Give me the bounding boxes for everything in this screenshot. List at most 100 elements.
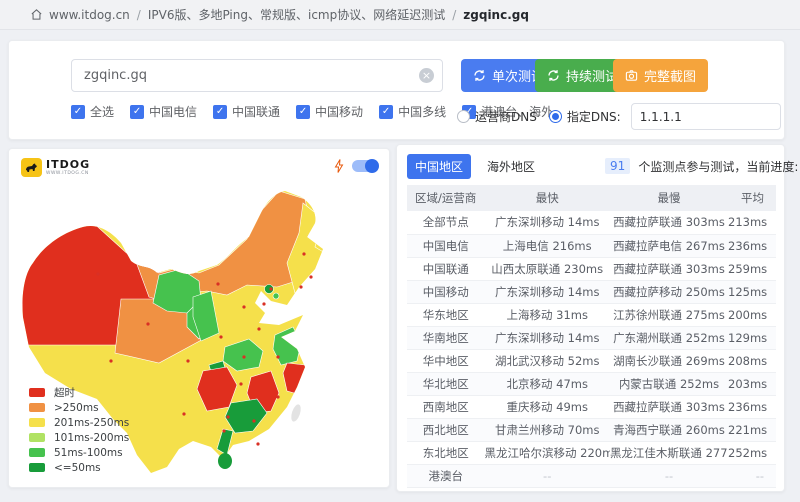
cell-region: 港澳台 <box>407 464 484 487</box>
tab-china-region[interactable]: 中国地区 <box>407 154 471 179</box>
isp-checkbox[interactable]: ✓ 中国多线 <box>379 103 446 120</box>
legend-label: >250ms <box>54 402 99 414</box>
cell-region: 中国电信 <box>407 234 484 257</box>
map-toggle[interactable] <box>352 160 377 172</box>
dns-radio[interactable]: 指定DNS: <box>549 108 621 125</box>
dns-options-row: 运营商DNS 指定DNS: <box>457 103 781 130</box>
cell-average: 213ms <box>728 211 776 234</box>
table-row[interactable]: 全部节点 广东深圳移动 14ms 西藏拉萨联通 303ms 213ms <box>407 211 776 234</box>
itdog-logo: ITDOG WWW.ITDOG.CN <box>21 158 90 177</box>
dns-address-input[interactable] <box>631 103 781 130</box>
legend-item: 201ms-250ms <box>29 415 129 430</box>
cell-slowest: 西藏拉萨联通 303ms <box>610 211 728 234</box>
table-row[interactable]: 中国移动 广东深圳移动 14ms 西藏拉萨移动 250ms 125ms <box>407 280 776 303</box>
cell-fastest: 北京移动 47ms <box>484 372 609 395</box>
cell-slowest: 江苏徐州联通 275ms <box>610 303 728 326</box>
cell-region: 东北地区 <box>407 441 484 464</box>
table-row[interactable]: 中国联通 山西太原联通 230ms 西藏拉萨联通 303ms 259ms <box>407 257 776 280</box>
table-row[interactable]: 华南地区 广东深圳移动 14ms 广东潮州联通 252ms 129ms <box>407 326 776 349</box>
table-row[interactable]: 西南地区 重庆移动 49ms 西藏拉萨联通 303ms 236ms <box>407 395 776 418</box>
header-slowest: 最慢 <box>610 185 728 211</box>
cell-slowest: 西藏拉萨移动 250ms <box>610 280 728 303</box>
isp-checkbox[interactable]: ✓ 中国电信 <box>130 103 197 120</box>
cell-slowest: 青海西宁联通 260ms <box>610 418 728 441</box>
cell-slowest: 西藏拉萨联通 303ms <box>610 257 728 280</box>
legend-item: >250ms <box>29 400 129 415</box>
table-row[interactable]: 华中地区 湖北武汉移动 52ms 湖南长沙联通 269ms 208ms <box>407 349 776 372</box>
cell-slowest: 广东潮州联通 252ms <box>610 326 728 349</box>
cell-region: 中国移动 <box>407 280 484 303</box>
table-row[interactable]: 华东地区 上海移动 31ms 江苏徐州联通 275ms 200ms <box>407 303 776 326</box>
tab-overseas-region[interactable]: 海外地区 <box>479 154 543 179</box>
radio-label: 指定DNS: <box>567 108 621 125</box>
cell-slowest: 黑龙江佳木斯联通 277ms <box>610 441 728 464</box>
full-screenshot-button[interactable]: 完整截图 <box>613 59 708 92</box>
legend-label: 101ms-200ms <box>54 432 129 444</box>
breadcrumb-path[interactable]: IPV6版、多地Ping、常规版、icmp协议、网络延迟测试 <box>148 6 445 23</box>
cell-region: 华南地区 <box>407 326 484 349</box>
cell-region: 华中地区 <box>407 349 484 372</box>
cell-average: 200ms <box>728 303 776 326</box>
checkbox-label: 中国电信 <box>149 103 197 120</box>
checkbox-label: 全选 <box>90 103 114 120</box>
refresh-icon <box>547 69 560 82</box>
cell-fastest: 甘肃兰州移动 70ms <box>484 418 609 441</box>
logo-subtitle: WWW.ITDOG.CN <box>46 172 90 177</box>
legend-color-swatch <box>29 463 45 472</box>
cell-region: 中国联通 <box>407 257 484 280</box>
lightning-icon <box>334 159 344 173</box>
legend-item: 51ms-100ms <box>29 445 129 460</box>
checkbox-check-icon: ✓ <box>296 105 310 119</box>
cell-fastest: 广东深圳移动 14ms <box>484 326 609 349</box>
legend-label: <=50ms <box>54 462 101 474</box>
breadcrumb-site[interactable]: www.itdog.cn <box>49 8 130 22</box>
cell-average: 236ms <box>728 234 776 257</box>
target-host-input[interactable] <box>71 59 443 92</box>
cell-slowest: 西藏拉萨电信 267ms <box>610 234 728 257</box>
cell-fastest: -- <box>484 464 609 487</box>
cell-average: 259ms <box>728 257 776 280</box>
breadcrumb-separator: / <box>452 8 456 22</box>
table-row[interactable]: 西北地区 甘肃兰州移动 70ms 青海西宁联通 260ms 221ms <box>407 418 776 441</box>
cell-region: 华东地区 <box>407 303 484 326</box>
cell-average: -- <box>728 464 776 487</box>
latency-legend: 超时 >250ms 201ms-250ms 101ms-200ms 51ms-1… <box>29 385 129 475</box>
table-row[interactable]: 华北地区 北京移动 47ms 内蒙古联通 252ms 203ms <box>407 372 776 395</box>
results-card: 中国地区 海外地区 91 个监测点参与测试，当前进度: 99% 区域/运营商 最… <box>396 144 785 492</box>
cell-average: 129ms <box>728 326 776 349</box>
legend-label: 超时 <box>54 385 75 400</box>
cell-fastest: 上海移动 31ms <box>484 303 609 326</box>
cell-region: 西北地区 <box>407 418 484 441</box>
cell-slowest: 西藏拉萨联通 303ms <box>610 395 728 418</box>
breadcrumb-current: zgqinc.gq <box>463 8 529 22</box>
table-row[interactable]: 港澳台 -- -- -- <box>407 464 776 487</box>
legend-item: <=50ms <box>29 460 129 475</box>
cell-average: 203ms <box>728 372 776 395</box>
cell-fastest: 上海电信 216ms <box>484 234 609 257</box>
continuous-test-label: 持续测试 <box>566 66 618 85</box>
legend-item: 超时 <box>29 385 129 400</box>
logo-title: ITDOG <box>46 159 90 170</box>
progress-label: 个监测点参与测试，当前进度: <box>638 158 798 175</box>
breadcrumb: www.itdog.cn / IPV6版、多地Ping、常规版、icmp协议、网… <box>0 0 800 30</box>
dns-radio[interactable]: 运营商DNS <box>457 108 537 125</box>
cell-fastest: 山西太原联通 230ms <box>484 257 609 280</box>
cell-region: 西南地区 <box>407 395 484 418</box>
close-icon[interactable]: × <box>419 68 434 83</box>
refresh-icon <box>473 69 486 82</box>
radio-label: 运营商DNS <box>475 108 537 125</box>
cell-average: 125ms <box>728 280 776 303</box>
legend-color-swatch <box>29 418 45 427</box>
isp-checkbox[interactable]: ✓ 中国联通 <box>213 103 280 120</box>
header-region: 区域/运营商 <box>407 185 484 211</box>
table-row[interactable]: 中国电信 上海电信 216ms 西藏拉萨电信 267ms 236ms <box>407 234 776 257</box>
cell-average: 221ms <box>728 418 776 441</box>
table-row[interactable]: 东北地区 黑龙江哈尔滨移动 220ms 黑龙江佳木斯联通 277ms 252ms <box>407 441 776 464</box>
breadcrumb-separator: / <box>137 8 141 22</box>
cell-fastest: 湖北武汉移动 52ms <box>484 349 609 372</box>
taiwan-island <box>289 403 302 423</box>
latency-results-table: 区域/运营商 最快 最慢 平均 全部节点 广东深圳移动 14ms 西藏拉萨联通 … <box>407 185 776 488</box>
header-average: 平均 <box>728 185 776 211</box>
isp-checkbox[interactable]: ✓ 中国移动 <box>296 103 363 120</box>
isp-checkbox[interactable]: ✓ 全选 <box>71 103 114 120</box>
